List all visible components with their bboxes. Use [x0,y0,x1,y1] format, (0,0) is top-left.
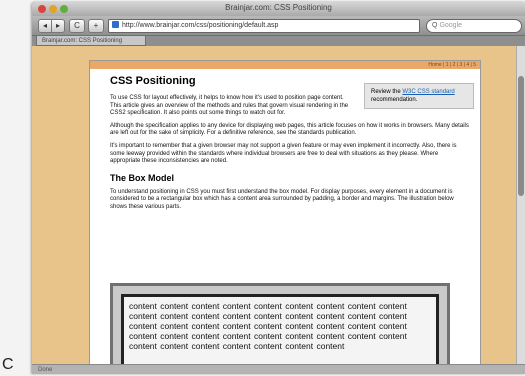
forward-button[interactable]: ▸ [51,19,65,33]
intro-paragraph: To use CSS for layout effectively, it he… [110,95,349,117]
browser-window: Brainjar.com: CSS Positioning ◂ ▸ C + ht… [32,2,525,374]
address-text: http://www.brainjar.com/css/positioning/… [122,22,279,29]
add-bookmark-button[interactable]: + [88,19,104,33]
article-paragraph: Although the specification applies to an… [110,122,469,137]
page-nav-links[interactable]: Home | 1 | 2 | 3 | 4 | 5 [428,61,476,69]
reload-button[interactable]: C [69,19,85,33]
scrollbar-thumb[interactable] [518,76,524,196]
article-paragraph: To understand positioning in CSS you mus… [110,188,454,210]
title-bar[interactable]: Brainjar.com: CSS Positioning [32,2,525,16]
box-model-content-area: content content content content content … [121,294,439,374]
page-viewport: Home | 1 | 2 | 3 | 4 | 5 Review the W3C … [32,46,516,374]
search-field[interactable]: Q Google [426,19,522,33]
box-model-illustration: content content content content content … [110,283,450,374]
article: CSS Positioning To use CSS for layout ef… [110,75,470,217]
section-heading: The Box Model [110,172,175,183]
tab-brainjar[interactable]: Brainjar.com: CSS Positioning [36,36,146,46]
address-bar[interactable]: http://www.brainjar.com/css/positioning/… [108,19,420,33]
search-icon: Q [432,22,438,29]
site-favicon-icon [112,21,119,28]
browser-toolbar: ◂ ▸ C + http://www.brainjar.com/css/posi… [32,16,525,35]
article-paragraph: It's important to remember that a given … [110,142,457,165]
back-button[interactable]: ◂ [38,19,52,33]
window-title: Brainjar.com: CSS Positioning [225,3,332,12]
vertical-scrollbar[interactable] [516,46,525,364]
page-nav-bar: Home | 1 | 2 | 3 | 4 | 5 [90,61,480,69]
status-bar: Done [32,364,525,374]
search-placeholder: Google [439,22,463,29]
tab-bar: Brainjar.com: CSS Positioning [32,35,525,46]
figure-caption-letter: C [2,356,14,373]
page-content-panel: Home | 1 | 2 | 3 | 4 | 5 Review the W3C … [89,60,481,374]
page-title: CSS Positioning [110,75,196,87]
